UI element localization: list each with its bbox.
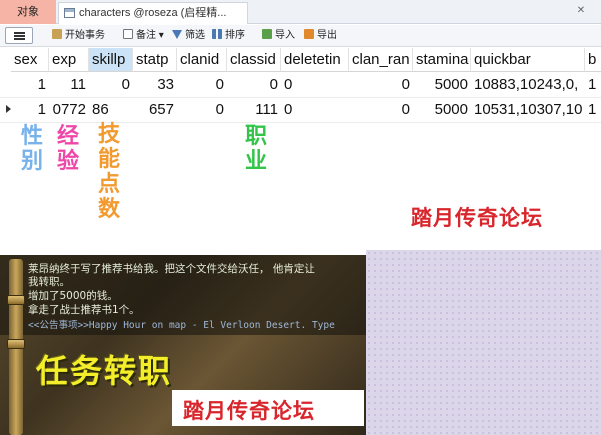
cell-clan-rank[interactable]: 0 bbox=[349, 98, 413, 122]
quest-title: 任务转职 bbox=[36, 352, 173, 390]
cell-classid[interactable]: 111 bbox=[227, 98, 281, 122]
column-header-clanid[interactable]: clanid bbox=[177, 48, 227, 72]
toolbar: 开始事务 备注 ▾ 筛选 排序 导入 导出 bbox=[0, 25, 601, 47]
menu-icon bbox=[14, 32, 25, 34]
scroll-knob-icon[interactable] bbox=[7, 339, 25, 349]
column-header-clan-rank[interactable]: clan_ran bbox=[349, 48, 413, 72]
column-header-stamina[interactable]: stamina bbox=[413, 48, 471, 72]
cell-stamina[interactable]: 5000 bbox=[413, 73, 471, 97]
column-header-classid[interactable]: classid bbox=[227, 48, 281, 72]
tab-characters-label: characters @roseza (启程精... bbox=[79, 7, 227, 19]
filter-icon bbox=[172, 30, 182, 39]
annotation-sex: 性别 bbox=[20, 124, 43, 174]
close-icon[interactable]: ✕ bbox=[575, 5, 587, 17]
annotation-exp: 经验 bbox=[56, 124, 79, 174]
cell-skillp[interactable]: 0 bbox=[89, 73, 133, 97]
annotation-skill-points: 技能点数 bbox=[97, 122, 120, 222]
chat-line: 拿走了战士推荐书1个。 bbox=[28, 304, 140, 316]
import-button[interactable]: 导入 bbox=[262, 29, 295, 43]
forum-watermark: 踏月传奇论坛 bbox=[183, 399, 315, 423]
sort-button[interactable]: 排序 bbox=[212, 29, 245, 43]
table-icon bbox=[64, 8, 75, 18]
filter-button[interactable]: 筛选 bbox=[172, 29, 205, 43]
export-button[interactable]: 导出 bbox=[304, 29, 337, 43]
cell-statp[interactable]: 33 bbox=[133, 73, 177, 97]
chat-line: 增加了5000的钱。 bbox=[28, 290, 118, 302]
column-header-quickbar[interactable]: quickbar bbox=[471, 48, 585, 72]
column-header-statp[interactable]: statp bbox=[133, 48, 177, 72]
notes-icon bbox=[123, 29, 133, 39]
cell-quickbar[interactable]: 10531,10307,10 bbox=[471, 98, 585, 122]
cell-clanid[interactable]: 0 bbox=[177, 98, 227, 122]
begin-transaction-button[interactable]: 开始事务 bbox=[52, 29, 105, 43]
forum-watermark: 踏月传奇论坛 bbox=[411, 206, 543, 230]
column-header-exp[interactable]: exp bbox=[49, 48, 89, 72]
background-pattern bbox=[366, 250, 601, 435]
transaction-icon bbox=[52, 29, 62, 39]
cell-clanid[interactable]: 0 bbox=[177, 73, 227, 97]
cell-b[interactable]: 1 bbox=[585, 98, 601, 122]
tab-characters-table[interactable]: characters @roseza (启程精... bbox=[58, 2, 248, 24]
notes-button[interactable]: 备注 ▾ bbox=[123, 29, 164, 43]
tab-bar: 对象 characters @roseza (启程精... ✕ bbox=[0, 0, 601, 24]
cell-deletetime[interactable]: 0 bbox=[281, 73, 349, 97]
cell-sex[interactable]: 1 bbox=[11, 98, 49, 122]
column-header-b[interactable]: b bbox=[585, 48, 601, 72]
import-icon bbox=[262, 29, 272, 39]
cell-statp[interactable]: 657 bbox=[133, 98, 177, 122]
column-header-skillp[interactable]: skillp bbox=[89, 48, 133, 72]
cell-stamina[interactable]: 5000 bbox=[413, 98, 471, 122]
cell-classid[interactable]: 0 bbox=[227, 73, 281, 97]
column-header-sex[interactable]: sex bbox=[11, 48, 49, 72]
chat-notice: <<公告事项>>Happy Hour on map - El Verloon D… bbox=[28, 320, 335, 331]
cell-quickbar[interactable]: 10883,10243,0, bbox=[471, 73, 585, 97]
scroll-knob-icon[interactable] bbox=[7, 295, 25, 305]
cell-deletetime[interactable]: 0 bbox=[281, 98, 349, 122]
cell-clan-rank[interactable]: 0 bbox=[349, 73, 413, 97]
cell-sex[interactable]: 1 bbox=[11, 73, 49, 97]
cell-exp[interactable]: 11 bbox=[49, 73, 89, 97]
column-header-deletetime[interactable]: deletetin bbox=[281, 48, 349, 72]
sort-icon bbox=[212, 29, 222, 39]
cell-skillp[interactable]: 86 bbox=[89, 98, 133, 122]
tab-objects[interactable]: 对象 bbox=[0, 0, 56, 24]
export-icon bbox=[304, 29, 314, 39]
cell-b[interactable]: 1 bbox=[585, 73, 601, 97]
cell-exp[interactable]: 0772 bbox=[49, 98, 89, 122]
chat-line: 我转职。 bbox=[28, 276, 70, 288]
annotation-class: 职业 bbox=[244, 124, 267, 174]
chat-line: 莱昂纳终于写了推荐书给我。把这个文件交给沃任， 他肯定让 bbox=[28, 263, 315, 275]
menu-button[interactable] bbox=[5, 27, 33, 44]
